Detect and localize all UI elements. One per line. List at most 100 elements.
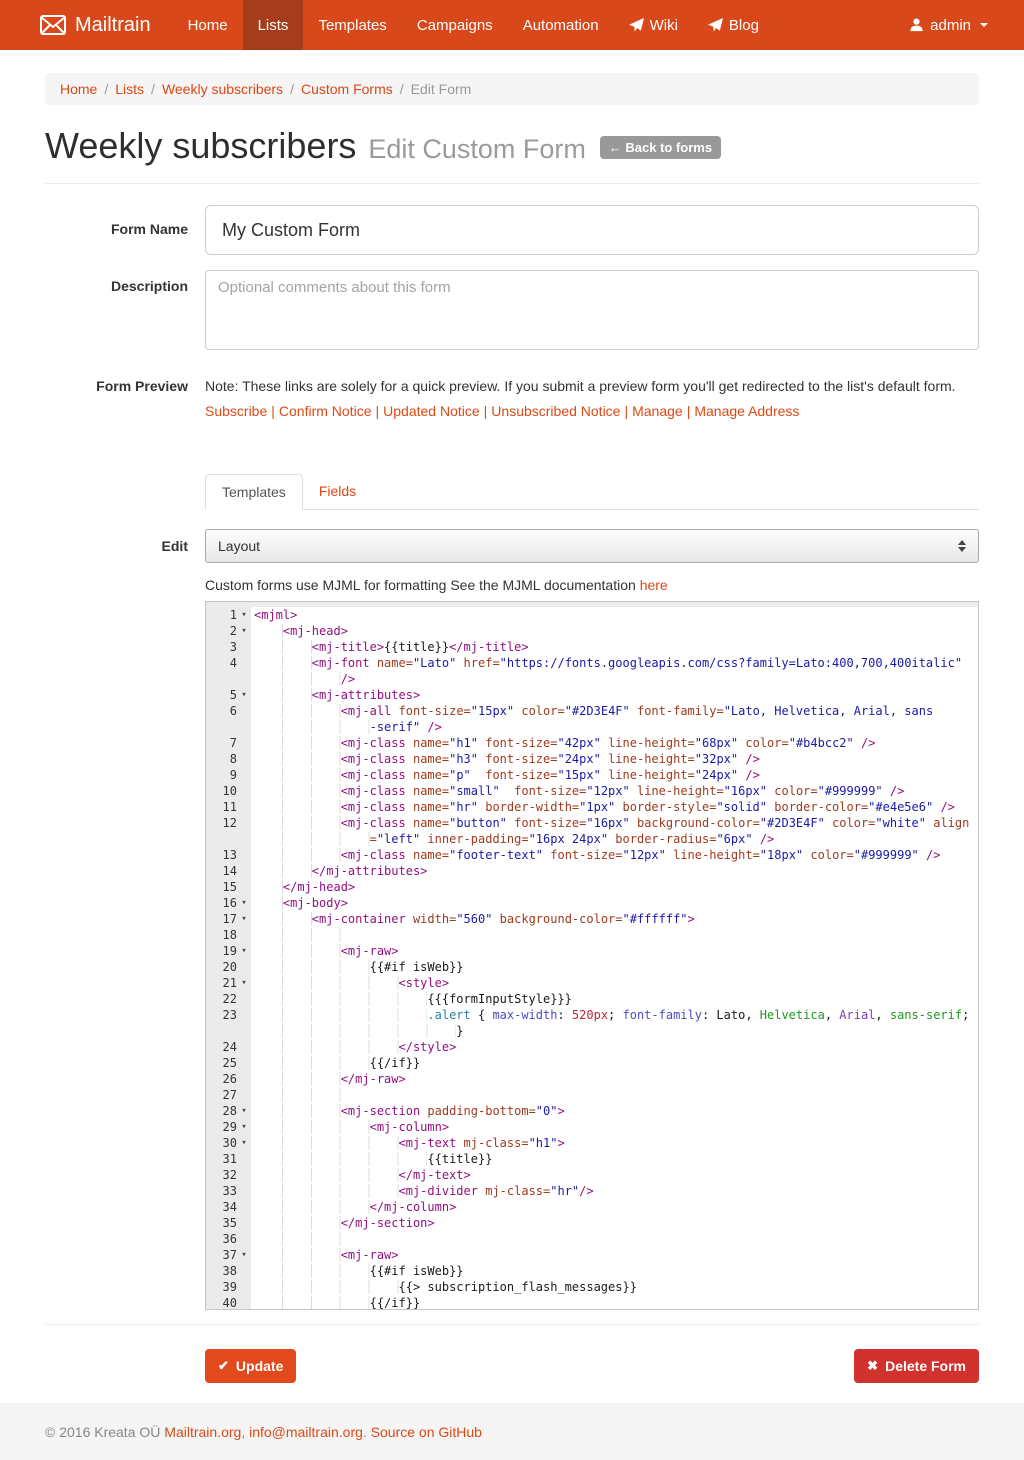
preview-link-confirm-notice[interactable]: Confirm Notice: [279, 403, 372, 419]
nav-item-label: Home: [188, 17, 228, 34]
footer-text: ,: [241, 1424, 249, 1440]
line-number-gutter: 40: [206, 1295, 251, 1310]
code-line: 23 .alert { max-width: 520px; font-famil…: [206, 1007, 978, 1023]
line-number-gutter: 30▾: [206, 1135, 251, 1151]
breadcrumb-link-lists[interactable]: Lists: [115, 81, 144, 97]
brand-mailtrain[interactable]: Mailtrain: [40, 0, 151, 50]
delete-form-button[interactable]: ✖Delete Form: [854, 1349, 979, 1383]
nav-item-lists[interactable]: Lists: [243, 0, 304, 50]
footer-link-info-mailtrain-org[interactable]: info@mailtrain.org: [249, 1424, 363, 1440]
fold-arrow-icon[interactable]: ▾: [237, 1247, 251, 1263]
divider: [45, 183, 979, 184]
fold-arrow-icon[interactable]: ▾: [237, 687, 251, 703]
preview-link-manage[interactable]: Manage: [632, 403, 683, 419]
breadcrumb-link-home[interactable]: Home: [60, 81, 97, 97]
nav-item-campaigns[interactable]: Campaigns: [402, 0, 508, 50]
mjml-help-note: Custom forms use MJML for formatting See…: [205, 577, 979, 593]
tab-fields[interactable]: Fields: [303, 474, 372, 510]
preview-link-subscribe[interactable]: Subscribe: [205, 403, 267, 419]
edit-template-select[interactable]: Layout: [205, 529, 979, 563]
preview-link-unsubscribed-notice[interactable]: Unsubscribed Notice: [491, 403, 620, 419]
code-line: 4 <mj-font name="Lato" href="https://fon…: [206, 655, 978, 671]
code-line: 20 {{#if isWeb}}: [206, 959, 978, 975]
fold-arrow-icon[interactable]: ▾: [237, 607, 251, 623]
code-line: 10 <mj-class name="small" font-size="12p…: [206, 783, 978, 799]
nav-item-label: Wiki: [650, 17, 678, 34]
line-number-gutter: 38: [206, 1263, 251, 1279]
description-label: Description: [45, 270, 205, 353]
nav-item-label: Lists: [258, 17, 289, 34]
page-footer: © 2016 Kreata OÜ Mailtrain.org, info@mai…: [0, 1403, 1024, 1460]
preview-link-manage-address[interactable]: Manage Address: [694, 403, 799, 419]
preview-link-separator: |: [683, 403, 695, 419]
mjml-code-editor[interactable]: 1▾<mjml>2▾ <mj-head>3 <mj-title>{{title}…: [205, 601, 979, 1310]
code-line: 29▾ <mj-column>: [206, 1119, 978, 1135]
nav-item-blog[interactable]: Blog: [693, 0, 774, 50]
breadcrumb-separator: /: [97, 81, 115, 97]
user-icon: [909, 17, 924, 33]
code-line: 35 </mj-section>: [206, 1215, 978, 1231]
fold-arrow-icon[interactable]: ▾: [237, 1103, 251, 1119]
nav-item-label: Automation: [523, 17, 599, 34]
preview-note: Note: These links are solely for a quick…: [205, 378, 979, 394]
tab-templates[interactable]: Templates: [205, 474, 303, 510]
update-button[interactable]: ✔Update: [205, 1349, 296, 1383]
nav-item-wiki[interactable]: Wiki: [614, 0, 693, 50]
page-subtitle: Edit Custom Form: [368, 134, 586, 164]
fold-arrow-icon[interactable]: ▾: [237, 911, 251, 927]
code-line: 2▾ <mj-head>: [206, 623, 978, 639]
footer-text: © 2016 Kreata OÜ: [45, 1424, 164, 1440]
divider: [45, 1324, 979, 1325]
line-number-gutter: 18: [206, 927, 251, 943]
preview-link-separator: |: [480, 403, 492, 419]
code-line: 40 {{/if}}: [206, 1295, 978, 1310]
user-menu-admin[interactable]: admin: [909, 0, 988, 50]
top-navbar: Mailtrain Home Lists Templates Campaigns Aut…: [0, 0, 1024, 50]
fold-arrow-icon[interactable]: ▾: [237, 975, 251, 991]
code-line: 34 </mj-column>: [206, 1199, 978, 1215]
nav-item-label: Blog: [729, 17, 759, 34]
line-number-gutter: 11: [206, 799, 251, 815]
envelope-logo-icon: [40, 15, 66, 35]
nav-item-label: Templates: [318, 17, 386, 34]
breadcrumb-link-custom-forms[interactable]: Custom Forms: [301, 81, 393, 97]
fold-arrow-icon[interactable]: ▾: [237, 1119, 251, 1135]
code-line: 19▾ <mj-raw>: [206, 943, 978, 959]
code-line: 33 <mj-divider mj-class="hr"/>: [206, 1183, 978, 1199]
code-line: 7 <mj-class name="h1" font-size="42px" l…: [206, 735, 978, 751]
line-number-gutter: 31: [206, 1151, 251, 1167]
line-number-gutter: [206, 671, 251, 687]
x-icon: ✖: [867, 1358, 878, 1374]
select-arrows-icon: [958, 540, 966, 552]
back-to-forms-button[interactable]: ← Back to forms: [600, 136, 721, 159]
mjml-docs-link[interactable]: here: [640, 577, 668, 593]
code-line: 16▾ <mj-body>: [206, 895, 978, 911]
description-textarea[interactable]: [205, 270, 979, 350]
breadcrumb-link-weekly-subscribers[interactable]: Weekly subscribers: [162, 81, 283, 97]
footer-link-source-on-github[interactable]: Source on GitHub: [371, 1424, 482, 1440]
footer-link-mailtrain-org[interactable]: Mailtrain.org: [164, 1424, 241, 1440]
fold-arrow-icon[interactable]: ▾: [237, 1135, 251, 1151]
code-line: 37▾ <mj-raw>: [206, 1247, 978, 1263]
form-name-input[interactable]: [205, 205, 979, 255]
form-name-label: Form Name: [45, 205, 205, 255]
code-line: 5▾ <mj-attributes>: [206, 687, 978, 703]
line-number-gutter: 29▾: [206, 1119, 251, 1135]
preview-link-updated-notice[interactable]: Updated Notice: [383, 403, 480, 419]
fold-arrow-icon[interactable]: ▾: [237, 623, 251, 639]
form-preview-label: Form Preview: [45, 378, 205, 419]
line-number-gutter: 13: [206, 847, 251, 863]
fold-arrow-icon[interactable]: ▾: [237, 895, 251, 911]
nav-item-home[interactable]: Home: [173, 0, 243, 50]
line-number-gutter: 2▾: [206, 623, 251, 639]
code-line: }: [206, 1023, 978, 1039]
code-line: -serif" />: [206, 719, 978, 735]
line-number-gutter: 21▾: [206, 975, 251, 991]
code-line: ="left" inner-padding="16px 24px" border…: [206, 831, 978, 847]
nav-item-templates[interactable]: Templates: [303, 0, 401, 50]
line-number-gutter: 36: [206, 1231, 251, 1247]
fold-arrow-icon[interactable]: ▾: [237, 943, 251, 959]
line-number-gutter: 33: [206, 1183, 251, 1199]
code-line: 14 </mj-attributes>: [206, 863, 978, 879]
nav-item-automation[interactable]: Automation: [508, 0, 614, 50]
